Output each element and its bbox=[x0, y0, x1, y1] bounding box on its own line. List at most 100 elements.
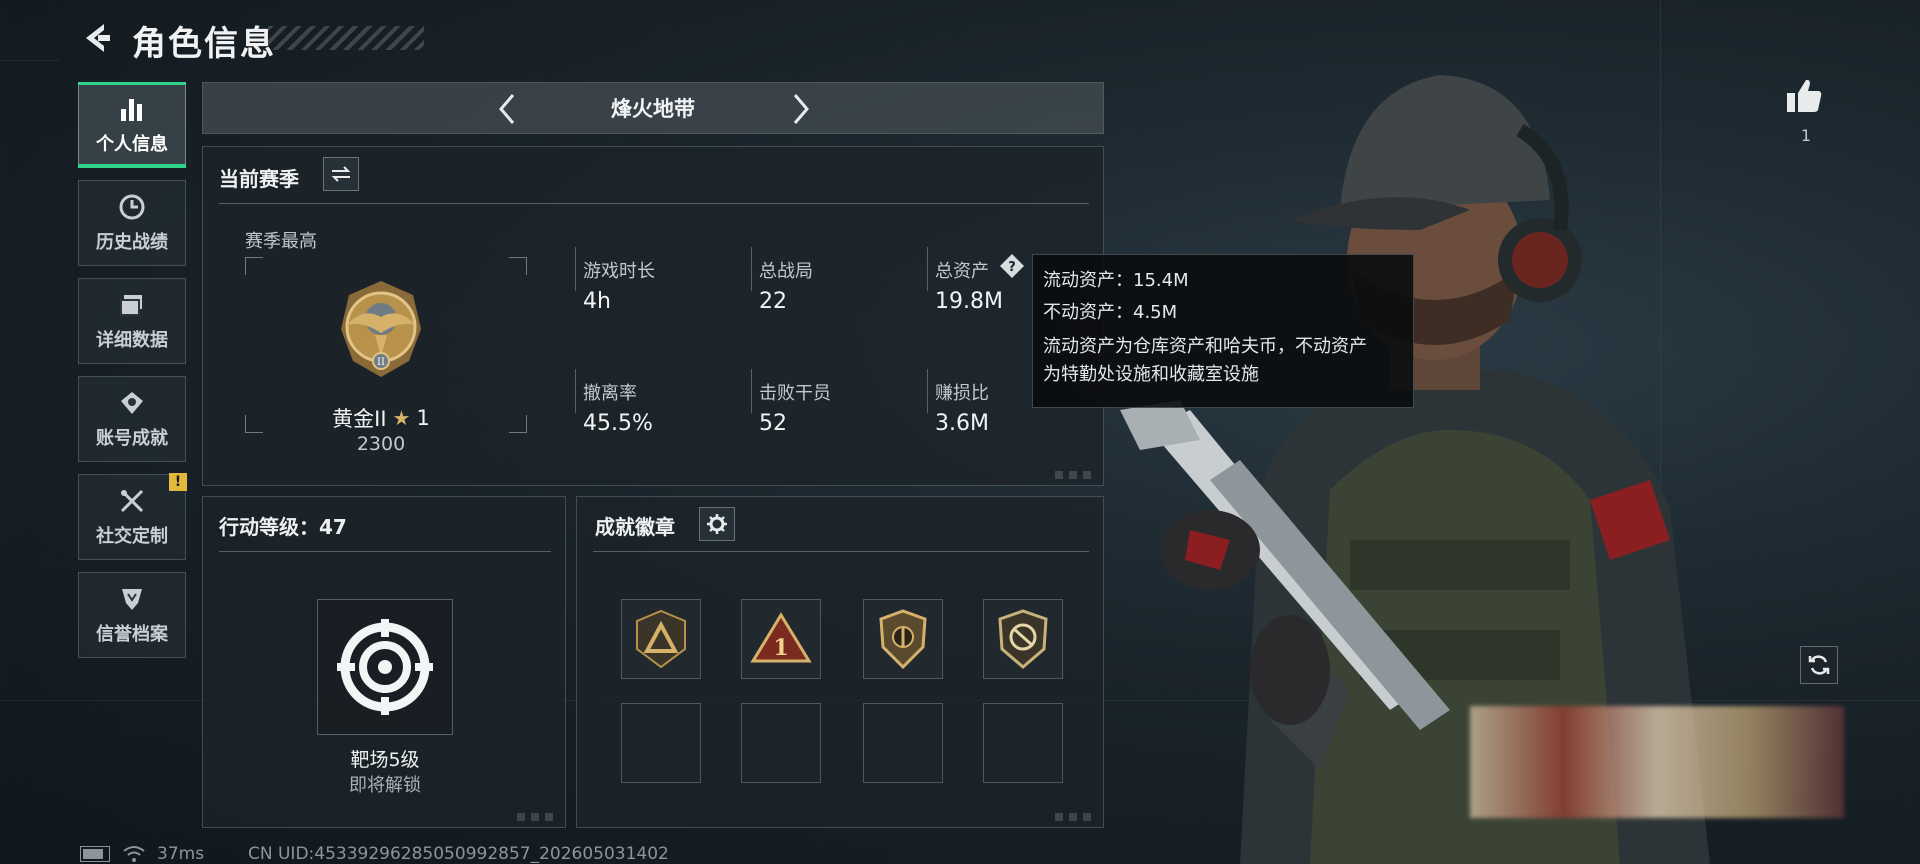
sidebar-item-label: 社交定制 bbox=[96, 526, 168, 547]
tooltip-note-line: 流动资产为仓库资产和哈夫币，不动资产 bbox=[1043, 336, 1367, 357]
chevron-right-icon bbox=[793, 94, 809, 124]
sidebar-item-social-custom[interactable]: 社交定制 ! bbox=[78, 473, 187, 560]
chevron-left-icon bbox=[499, 94, 515, 124]
rotate-model-button[interactable] bbox=[1800, 646, 1838, 684]
clock-icon bbox=[117, 192, 147, 222]
tooltip-liquid-assets: 流动资产：15.4M bbox=[1043, 270, 1189, 291]
divider bbox=[593, 551, 1089, 552]
achievements-panel: 成就徽章 1 bbox=[576, 496, 1104, 828]
bar-chart-icon bbox=[117, 94, 147, 124]
stat-value: 19.8M bbox=[935, 289, 1003, 314]
stat-divider bbox=[575, 369, 576, 413]
stat-divider bbox=[575, 247, 576, 291]
stat-value: 22 bbox=[759, 289, 787, 314]
mode-switcher: 烽火地带 bbox=[202, 82, 1104, 134]
badge-slot[interactable] bbox=[863, 599, 943, 679]
badge-slot-empty[interactable] bbox=[621, 703, 701, 783]
tooltip-fixed-assets: 不动资产：4.5M bbox=[1043, 302, 1178, 323]
thumbs-up-icon bbox=[1787, 79, 1822, 112]
panel-decoration bbox=[517, 813, 557, 821]
like-count: 1 bbox=[1800, 126, 1812, 145]
sidebar-item-label: 账号成就 bbox=[96, 428, 168, 449]
stat-divider bbox=[751, 247, 752, 291]
asset-tooltip: 流动资产：15.4M 不动资产：4.5M 流动资产为仓库资产和哈夫币，不动资产 … bbox=[1032, 254, 1414, 408]
target-icon bbox=[337, 619, 433, 715]
svg-text:1: 1 bbox=[773, 635, 788, 661]
stat-value: 3.6M bbox=[935, 411, 989, 436]
sidebar-item-label: 个人信息 bbox=[96, 134, 168, 155]
refresh-icon bbox=[1808, 655, 1830, 675]
sidebar-item-label: 历史战绩 bbox=[96, 232, 168, 253]
stat-label: 赚损比 bbox=[935, 383, 989, 404]
stat-value: 52 bbox=[759, 411, 787, 436]
stat-label: 游戏时长 bbox=[583, 261, 655, 282]
frame-corner bbox=[509, 415, 527, 433]
shield-icon bbox=[117, 584, 147, 614]
sidebar-item-personal-info[interactable]: 个人信息 bbox=[78, 82, 186, 168]
info-button[interactable]: ? bbox=[999, 253, 1025, 279]
rank-row: 黄金II ★ 1 bbox=[291, 403, 471, 433]
page-title: 角色信息 bbox=[132, 24, 276, 64]
shield-badge-icon bbox=[879, 609, 927, 669]
warning-badge: ! bbox=[169, 473, 187, 491]
svg-text:?: ? bbox=[1008, 260, 1016, 275]
rank-name: 黄金II bbox=[332, 407, 387, 431]
obscured-nameplate bbox=[1470, 706, 1844, 818]
triangle-badge-icon bbox=[636, 609, 686, 669]
badge-slot[interactable] bbox=[983, 599, 1063, 679]
medal-icon bbox=[117, 388, 147, 418]
frame-corner bbox=[509, 257, 527, 275]
stat-label: 撤离率 bbox=[583, 383, 637, 404]
no-entry-badge-icon bbox=[998, 609, 1048, 669]
badge-slot-empty[interactable] bbox=[741, 703, 821, 783]
like-button[interactable] bbox=[1784, 76, 1828, 120]
level-panel: 行动等级：47 靶场5级 即将解锁 bbox=[202, 496, 566, 828]
back-button[interactable] bbox=[74, 16, 122, 60]
season-title: 当前赛季 bbox=[219, 167, 299, 191]
divider bbox=[219, 203, 1089, 204]
rank-one-badge-icon: 1 bbox=[750, 612, 812, 663]
bg-grid-line bbox=[0, 60, 60, 61]
badge-slot[interactable] bbox=[621, 599, 701, 679]
badge-slot-empty[interactable] bbox=[983, 703, 1063, 783]
gear-icon bbox=[707, 514, 727, 534]
panel-decoration bbox=[1055, 813, 1095, 821]
back-arrow-icon bbox=[86, 24, 110, 52]
badge-slot[interactable]: 1 bbox=[741, 599, 821, 679]
unlock-name: 靶场5级 bbox=[350, 749, 420, 771]
stat-value: 4h bbox=[583, 289, 611, 314]
badge-slot-empty[interactable] bbox=[863, 703, 943, 783]
stat-divider bbox=[927, 247, 928, 291]
season-panel: 当前赛季 赛季最高 II 黄金II ★ 1 2300 游戏时长 4h 总战局 2… bbox=[202, 146, 1104, 486]
sidebar-item-achievements[interactable]: 账号成就 bbox=[78, 376, 186, 462]
season-switch-button[interactable] bbox=[323, 157, 359, 191]
stat-label: 总战局 bbox=[759, 261, 813, 282]
rank-points: 2300 bbox=[356, 433, 406, 455]
sidebar-item-reputation[interactable]: 信誉档案 bbox=[78, 572, 186, 658]
divider bbox=[219, 551, 551, 552]
next-mode-button[interactable] bbox=[779, 87, 823, 131]
sidebar-item-detailed-data[interactable]: 详细数据 bbox=[78, 278, 186, 364]
shooting-range-icon-frame bbox=[317, 599, 453, 735]
tools-icon bbox=[117, 486, 147, 516]
panel-decoration bbox=[1055, 471, 1095, 479]
user-uid: CN UID:45339296285050992857_202605031402 bbox=[248, 844, 669, 864]
help-icon: ? bbox=[1000, 254, 1024, 278]
svg-text:II: II bbox=[377, 357, 385, 368]
star-icon: ★ bbox=[392, 406, 411, 430]
stat-value: 45.5% bbox=[583, 411, 653, 436]
prev-mode-button[interactable] bbox=[485, 87, 529, 131]
swap-icon bbox=[331, 166, 351, 182]
sidebar-item-history[interactable]: 历史战绩 bbox=[78, 180, 186, 266]
frame-corner bbox=[245, 257, 263, 275]
sidebar-item-label: 信誉档案 bbox=[96, 624, 168, 645]
sidebar-item-label: 详细数据 bbox=[96, 330, 168, 351]
season-best-label: 赛季最高 bbox=[245, 231, 317, 252]
level-title: 行动等级：47 bbox=[219, 515, 347, 539]
battery-icon bbox=[80, 846, 110, 862]
folder-icon bbox=[117, 290, 147, 320]
wifi-icon bbox=[122, 843, 146, 864]
rank-stars: 1 bbox=[416, 406, 430, 430]
badge-settings-button[interactable] bbox=[699, 507, 735, 541]
rank-emblem: II bbox=[329, 277, 433, 381]
